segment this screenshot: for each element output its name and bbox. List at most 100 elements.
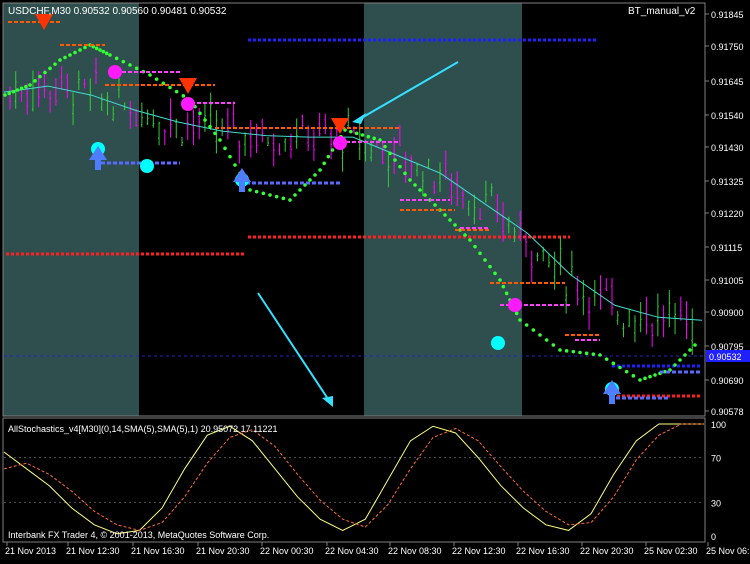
trend-dot xyxy=(688,348,692,352)
trend-dot xyxy=(518,318,522,322)
y-tick-label: 0.90900 xyxy=(711,308,744,318)
trend-dot xyxy=(611,361,616,366)
trend-dot xyxy=(648,374,652,379)
trend-dot xyxy=(653,373,657,377)
chart-header: USDCHF,M30 0.90532 0.90560 0.90481 0.905… xyxy=(8,6,227,17)
trend-dot xyxy=(128,63,132,67)
trend-dot xyxy=(15,88,20,92)
x-tick-label: 21 Nov 20:30 xyxy=(196,546,250,556)
trend-dot xyxy=(121,59,126,64)
y-tick-label: 0.91645 xyxy=(711,77,744,87)
trend-dot xyxy=(478,251,482,256)
trend-dot xyxy=(281,196,286,201)
trend-dot xyxy=(63,55,67,60)
trend-dot xyxy=(504,291,509,296)
trend-dot xyxy=(501,284,506,289)
stoch-y-tick-label: 70 xyxy=(711,454,721,464)
trend-dot xyxy=(624,369,629,374)
chart-canvas[interactable]: 0.91845 0.91750 0.91645 0.91540 0.91430 0.913… xyxy=(0,0,750,560)
magenta-signal-dot xyxy=(181,97,195,111)
trend-dot xyxy=(598,353,602,357)
trend-dot xyxy=(228,154,232,159)
stoch-y-tick-label: 100 xyxy=(711,420,726,430)
trend-dot xyxy=(398,164,402,169)
trend-dot xyxy=(354,131,359,136)
trend-dot xyxy=(558,348,562,352)
x-tick-label: 22 Nov 00:30 xyxy=(260,546,314,556)
magenta-signal-dot xyxy=(508,298,522,312)
trend-dot xyxy=(683,353,687,357)
trend-dot xyxy=(393,158,397,162)
trend-dot xyxy=(638,378,642,382)
trend-dot xyxy=(293,193,297,197)
trend-dot xyxy=(101,49,106,54)
trend-dot xyxy=(83,45,87,50)
trend-dot xyxy=(114,56,119,61)
y-tick-label: 0.91430 xyxy=(711,143,744,153)
trend-dot xyxy=(108,53,112,57)
trend-dot xyxy=(248,188,252,192)
chart-window[interactable]: 0.91845 0.91750 0.91645 0.91540 0.91430 0.913… xyxy=(0,0,750,560)
trend-dot xyxy=(349,129,353,134)
trend-dot xyxy=(498,278,502,282)
trend-dot xyxy=(213,131,217,136)
trend-dot xyxy=(631,374,636,378)
current-price-label: 0.90532 xyxy=(709,352,742,362)
trend-dot xyxy=(53,62,57,66)
trend-dot xyxy=(538,333,542,337)
trend-dot xyxy=(218,138,222,142)
buy-arrow-icon xyxy=(603,380,621,404)
trend-dot xyxy=(643,376,647,381)
trend-dot xyxy=(423,193,427,197)
trend-dot xyxy=(38,74,42,79)
sell-arrow-icon xyxy=(179,78,197,94)
y-tick-label: 0.91540 xyxy=(711,111,744,121)
trend-dot xyxy=(3,93,7,97)
y-tick-label: 0.91115 xyxy=(711,243,742,253)
y-tick-label: 0.91220 xyxy=(711,209,744,219)
trend-dot xyxy=(403,171,407,176)
trend-dot xyxy=(591,352,596,356)
trend-dot xyxy=(468,238,472,242)
trend-dot xyxy=(322,161,326,166)
trend-dot xyxy=(330,148,335,152)
trend-dot xyxy=(274,194,279,199)
trend-dot xyxy=(473,244,477,249)
trend-dot xyxy=(443,213,447,217)
trend-dot xyxy=(448,218,452,222)
trend-dot xyxy=(24,84,28,89)
y-tick-label: 0.91845 xyxy=(711,10,744,20)
trend-dot xyxy=(408,178,412,182)
trend-dot xyxy=(33,79,37,83)
trend-dot xyxy=(418,188,422,192)
sell-arrow-icon xyxy=(331,118,349,134)
trend-dot xyxy=(168,85,172,90)
trend-dot xyxy=(360,133,365,137)
trend-dot xyxy=(261,191,266,196)
x-tick-label: 22 Nov 04:30 xyxy=(325,546,379,556)
trend-dot xyxy=(313,173,317,177)
y-tick-label: 0.91325 xyxy=(711,177,744,187)
trend-dot xyxy=(488,264,492,269)
x-tick-label: 22 Nov 08:30 xyxy=(388,546,442,556)
copyright-text: Interbank FX Trader 4, © 2001-2013, Meta… xyxy=(8,530,269,540)
trend-dot xyxy=(483,258,487,262)
trend-dot xyxy=(433,203,437,207)
x-tick-label: 21 Nov 2013 xyxy=(5,546,56,556)
trend-dot xyxy=(514,311,519,316)
trend-dot xyxy=(693,343,697,347)
trend-dot xyxy=(254,189,259,194)
trend-dot xyxy=(578,350,582,355)
trend-dot xyxy=(571,349,576,354)
stochastic-title: AllStochastics_v4[M30](0,14,SMA(5),SMA(5… xyxy=(8,424,277,434)
stoch-y-tick-label: 0 xyxy=(711,532,716,542)
x-tick-label: 21 Nov 12:30 xyxy=(66,546,120,556)
trend-dot xyxy=(28,83,32,87)
trend-dot xyxy=(366,134,371,139)
trend-dot xyxy=(223,146,227,151)
trend-dot xyxy=(68,53,72,57)
trend-dot xyxy=(104,51,109,56)
annotation-arrow xyxy=(257,292,331,403)
trend-dot xyxy=(308,178,312,182)
trend-dot xyxy=(544,338,549,342)
